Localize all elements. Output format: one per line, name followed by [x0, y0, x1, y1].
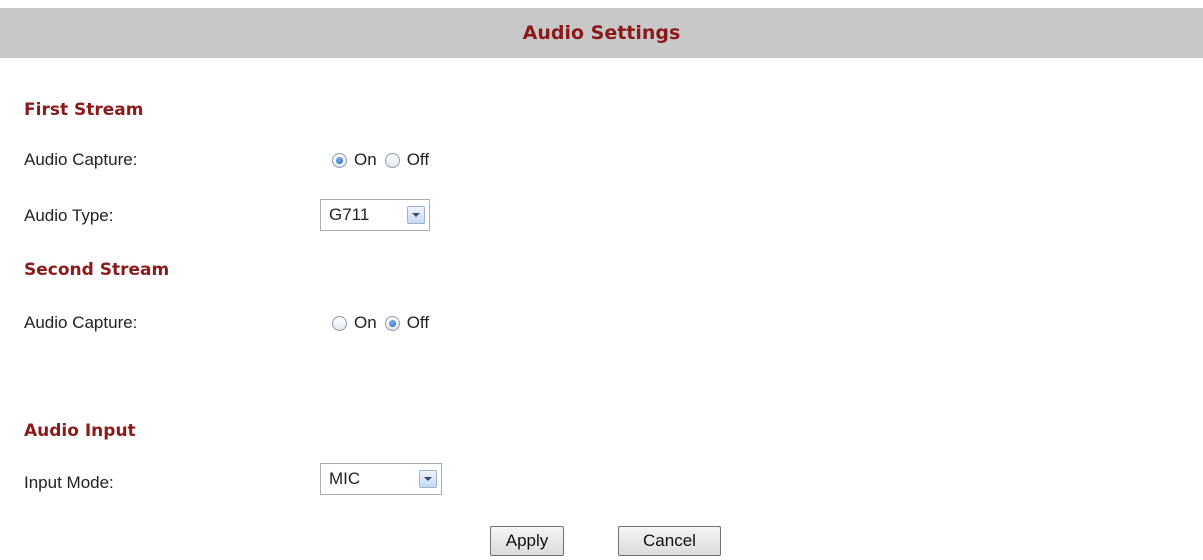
second-stream-capture-off-radio[interactable]	[384, 315, 400, 331]
page-title-bar: Audio Settings	[0, 8, 1203, 58]
dropdown-arrow-icon[interactable]	[407, 206, 425, 224]
apply-button[interactable]: Apply	[490, 526, 564, 556]
second-stream-capture-off-label[interactable]: Off	[407, 313, 429, 333]
first-stream-audio-capture-label: Audio Capture:	[24, 150, 138, 169]
audio-type-select[interactable]: G711	[320, 199, 430, 231]
first-stream-capture-off-label[interactable]: Off	[407, 150, 429, 170]
second-stream-audio-capture-group: On Off	[332, 313, 437, 333]
cancel-button[interactable]: Cancel	[618, 526, 721, 556]
second-stream-capture-on-label[interactable]: On	[354, 313, 377, 333]
input-mode-label: Input Mode:	[24, 473, 114, 492]
second-stream-heading: Second Stream	[24, 260, 170, 280]
input-mode-select[interactable]: MIC	[320, 463, 442, 495]
page-title: Audio Settings	[522, 22, 681, 44]
first-stream-capture-off-radio[interactable]	[384, 152, 400, 168]
first-stream-audio-capture-group: On Off	[332, 150, 437, 170]
dropdown-arrow-icon[interactable]	[419, 470, 437, 488]
audio-type-value: G711	[329, 205, 370, 224]
second-stream-capture-on-radio[interactable]	[332, 315, 347, 331]
first-stream-heading: First Stream	[24, 100, 144, 120]
second-stream-audio-capture-label: Audio Capture:	[24, 313, 138, 332]
audio-type-label: Audio Type:	[24, 206, 114, 225]
first-stream-capture-on-radio[interactable]	[332, 152, 347, 168]
first-stream-capture-on-label[interactable]: On	[354, 150, 377, 170]
input-mode-value: MIC	[329, 469, 361, 488]
audio-input-heading: Audio Input	[24, 421, 136, 441]
